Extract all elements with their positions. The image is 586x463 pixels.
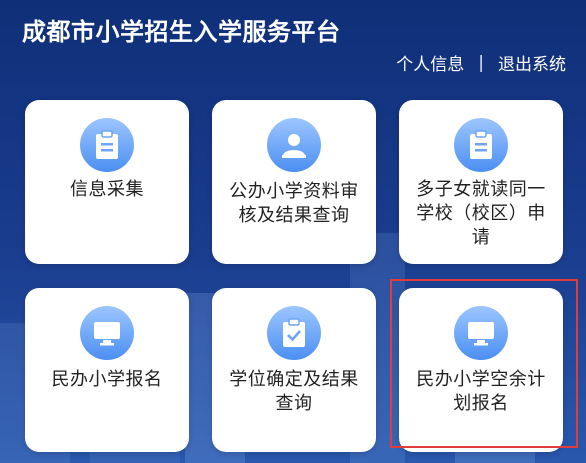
user-bar: 个人信息 | 退出系统 bbox=[396, 50, 566, 76]
menu-card-multi-child[interactable]: 多子女就读同一学校（校区）申请 bbox=[399, 100, 563, 264]
monitor-icon bbox=[454, 306, 508, 360]
logout-link[interactable]: 退出系统 bbox=[498, 50, 566, 75]
menu-card-private-vacancy[interactable]: 民办小学空余计划报名 bbox=[399, 288, 563, 452]
menu-card-label: 民办小学空余计划报名 bbox=[416, 369, 546, 414]
menu-card-label: 民办小学报名 bbox=[51, 369, 163, 390]
menu-card-private-registration[interactable]: 民办小学报名 bbox=[25, 288, 189, 452]
menu-card-label: 多子女就读同一学校（校区）申请 bbox=[416, 179, 546, 248]
page-title: 成都市小学招生入学服务平台 bbox=[22, 18, 341, 46]
monitor-icon bbox=[80, 306, 134, 360]
menu-card-label: 信息采集 bbox=[70, 179, 144, 200]
menu-card-label: 学位确定及结果查询 bbox=[229, 369, 359, 414]
clipboard-icon bbox=[454, 118, 508, 172]
clipboard-check-icon bbox=[267, 306, 321, 360]
menu-card-public-review[interactable]: 公办小学资料审核及结果查询 bbox=[212, 100, 376, 264]
clipboard-icon bbox=[80, 118, 134, 172]
menu-card-seat-confirmation[interactable]: 学位确定及结果查询 bbox=[212, 288, 376, 452]
divider: | bbox=[478, 52, 484, 73]
menu-card-info-collection[interactable]: 信息采集 bbox=[25, 100, 189, 264]
profile-link[interactable]: 个人信息 bbox=[396, 50, 464, 75]
menu-card-label: 公办小学资料审核及结果查询 bbox=[229, 181, 359, 226]
person-icon bbox=[267, 118, 321, 172]
